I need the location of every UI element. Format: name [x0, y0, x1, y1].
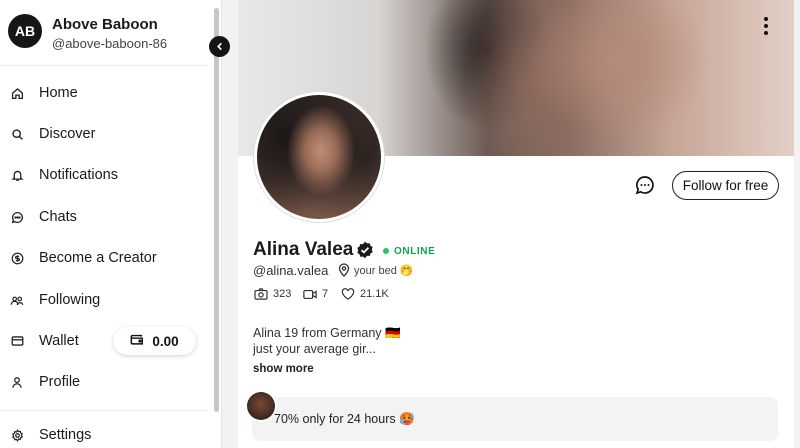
more-dot [764, 17, 768, 21]
sidebar-item-label: Chats [39, 209, 77, 225]
sidebar-item-following[interactable]: Following [0, 282, 208, 318]
home-icon [10, 86, 24, 100]
video-camera-icon [303, 289, 317, 299]
sidebar-item-discover[interactable]: Discover [0, 116, 208, 152]
promo-avatar [247, 392, 275, 420]
more-dot [764, 24, 768, 28]
bio-line: just your average gir... [253, 342, 376, 356]
message-button[interactable] [634, 174, 656, 196]
account-header[interactable]: AB Above Baboon @above-baboon-86 [0, 0, 208, 66]
users-icon [10, 293, 24, 307]
sidebar-item-label: Discover [39, 126, 96, 142]
sidebar-item-settings[interactable]: Settings [0, 417, 208, 448]
sidebar-divider [0, 410, 208, 411]
promo-text: 70% only for 24 hours 🥵 [274, 412, 415, 426]
verified-badge-icon [356, 241, 374, 259]
sidebar-item-notifications[interactable]: Notifications [0, 157, 208, 193]
follow-button[interactable]: Follow for free [672, 171, 779, 200]
search-icon [10, 127, 24, 141]
sidebar-item-label: Following [39, 292, 101, 308]
sidebar-item-label: Become a Creator [39, 250, 157, 266]
likes-count: 21.1K [341, 288, 389, 300]
heart-icon [341, 288, 355, 300]
photos-count: 323 [254, 288, 291, 300]
user-icon [10, 375, 24, 389]
sidebar-item-label: Notifications [39, 167, 118, 183]
creator-bio: Alina 19 from Germany 🇩🇪 just your avera… [253, 325, 401, 357]
creator-name: Alina Valea [253, 239, 354, 260]
online-status: ONLINE [394, 246, 436, 257]
photos-count-value: 323 [273, 288, 292, 300]
sidebar-item-home[interactable]: Home [0, 75, 208, 111]
wallet-icon [130, 333, 144, 349]
chevron-left-icon [216, 42, 222, 51]
profile-avatar[interactable] [254, 92, 384, 222]
videos-count: 7 [303, 288, 328, 300]
sidebar-scrollbar-thumb[interactable] [214, 8, 219, 412]
sidebar-item-chats[interactable]: Chats [0, 199, 208, 235]
profile-panel: Follow for free Alina Valea ONLINE @alin… [238, 0, 794, 448]
more-options-button[interactable] [758, 14, 774, 38]
collapse-sidebar-button[interactable] [209, 36, 230, 57]
gear-icon [10, 428, 24, 442]
more-dot [764, 31, 768, 35]
sidebar-item-become-creator[interactable]: Become a Creator [0, 240, 208, 276]
wallet-balance-button[interactable]: 0.00 [113, 327, 196, 355]
camera-icon [254, 288, 268, 300]
account-name: Above Baboon [52, 16, 158, 33]
wallet-balance: 0.00 [152, 333, 179, 349]
sidebar-item-label: Wallet [39, 333, 79, 349]
sidebar-item-label: Profile [39, 374, 81, 390]
avatar[interactable]: AB [8, 14, 42, 48]
chat-bubble-icon [10, 210, 24, 224]
show-more-link[interactable]: show more [253, 363, 314, 375]
sidebar: AB Above Baboon @above-baboon-86 Home Di… [0, 0, 222, 448]
chat-bubble-icon [635, 176, 654, 195]
sidebar-item-profile[interactable]: Profile [0, 364, 208, 400]
creator-location: your bed 🤭 [354, 265, 414, 277]
sidebar-item-label: Home [39, 85, 78, 101]
location-pin-icon [338, 263, 350, 277]
sidebar-item-label: Settings [39, 427, 92, 443]
videos-count-value: 7 [322, 288, 329, 300]
creator-handle: @alina.valea [253, 263, 329, 278]
likes-count-value: 21.1K [360, 288, 389, 300]
online-indicator [383, 248, 389, 254]
bio-line: Alina 19 from Germany 🇩🇪 [253, 326, 401, 340]
bell-icon [10, 168, 24, 182]
card-icon [10, 334, 24, 348]
dollar-circle-icon [10, 251, 24, 265]
account-handle: @above-baboon-86 [52, 36, 168, 51]
